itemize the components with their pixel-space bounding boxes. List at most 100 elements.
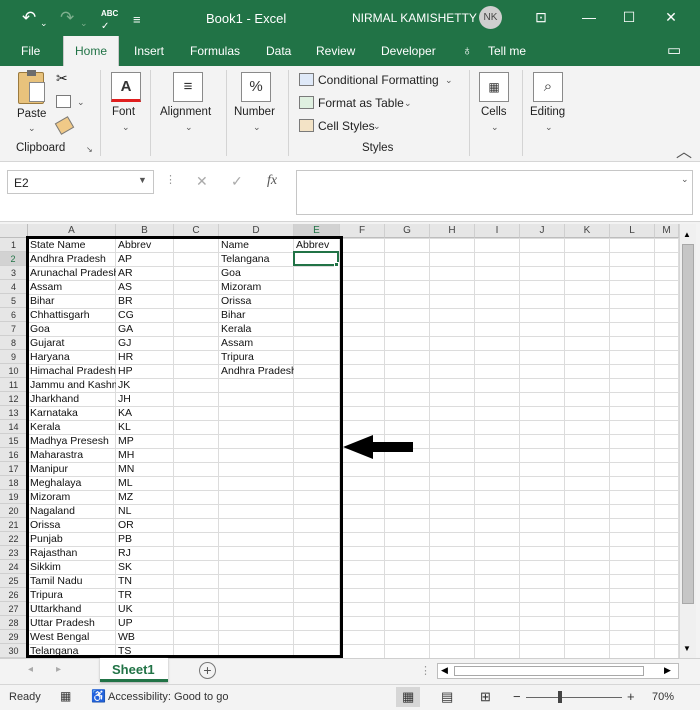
row-header-24[interactable]: 24 [0,560,28,574]
alignment-dropdown-icon[interactable]: ⌄ [185,122,193,133]
collapse-ribbon-icon[interactable]: ︿ [676,138,692,162]
avatar[interactable]: NK [479,6,502,29]
conditional-formatting-button[interactable]: Conditional Formatting [318,73,439,87]
scroll-up-icon[interactable]: ▲ [683,230,691,239]
format-painter-icon[interactable] [54,116,75,135]
column-header-j[interactable]: J [520,224,565,238]
cell-styles-button[interactable]: Cell Styles [318,119,375,133]
format-as-table-icon[interactable] [299,96,314,109]
cells-icon[interactable]: ▦ [479,72,509,102]
accessibility-status[interactable]: Accessibility: Good to go [108,691,228,703]
row-header-30[interactable]: 30 [0,644,28,658]
zoom-slider[interactable] [526,697,622,698]
tab-formulas[interactable]: Formulas [190,44,240,58]
row-header-20[interactable]: 20 [0,504,28,518]
formula-input[interactable] [296,170,693,215]
expand-formula-bar-icon[interactable]: ⌄ [681,174,689,185]
row-header-25[interactable]: 25 [0,574,28,588]
column-header-g[interactable]: G [385,224,430,238]
conditional-formatting-icon[interactable] [299,73,314,86]
scroll-right-icon[interactable]: ▶ [664,665,671,676]
row-header-28[interactable]: 28 [0,616,28,630]
column-header-m[interactable]: M [655,224,679,238]
editing-button[interactable]: Editing [530,106,565,118]
user-name[interactable]: NIRMAL KAMISHETTY [352,11,477,25]
horizontal-scrollbar[interactable]: ◀ ▶ [437,663,679,679]
copy-dropdown-icon[interactable]: ⌄ [77,97,85,108]
row-header-13[interactable]: 13 [0,406,28,420]
tab-data[interactable]: Data [266,44,291,58]
tab-file[interactable]: File [21,44,40,58]
cells-dropdown-icon[interactable]: ⌄ [491,122,499,133]
macro-recording-icon[interactable]: ▦ [60,689,71,703]
paste-icon[interactable] [18,70,45,104]
sheet-tab-sheet1[interactable]: Sheet1 [100,658,168,682]
conditional-formatting-dropdown-icon[interactable]: ⌄ [445,75,453,86]
accessibility-icon[interactable]: ♿ [91,689,106,703]
font-icon[interactable]: A [111,72,141,102]
row-header-26[interactable]: 26 [0,588,28,602]
row-header-21[interactable]: 21 [0,518,28,532]
tab-home[interactable]: Home [63,36,120,67]
number-button[interactable]: Number [234,106,275,118]
row-header-8[interactable]: 8 [0,336,28,350]
row-header-23[interactable]: 23 [0,546,28,560]
zoom-slider-thumb[interactable] [558,691,562,703]
column-header-l[interactable]: L [610,224,655,238]
paste-button[interactable]: Paste [17,108,46,120]
row-header-15[interactable]: 15 [0,434,28,448]
select-all-corner[interactable] [0,224,28,238]
font-dropdown-icon[interactable]: ⌄ [122,122,130,133]
close-button[interactable]: ✕ [660,7,682,27]
row-header-18[interactable]: 18 [0,476,28,490]
format-as-table-dropdown-icon[interactable]: ⌄ [404,98,412,109]
row-header-22[interactable]: 22 [0,532,28,546]
zoom-level[interactable]: 70% [652,691,674,703]
row-header-10[interactable]: 10 [0,364,28,378]
cell-styles-dropdown-icon[interactable]: ⌄ [373,121,381,132]
customize-toolbar-icon[interactable]: ≡ [133,10,141,30]
editing-icon[interactable]: ⌕ [533,72,563,102]
new-sheet-icon[interactable]: + [199,662,216,679]
undo-icon[interactable]: ↶ [22,8,36,28]
row-header-5[interactable]: 5 [0,294,28,308]
row-header-17[interactable]: 17 [0,462,28,476]
scroll-left-icon[interactable]: ◀ [441,665,448,676]
clipboard-launcher-icon[interactable]: ↘ [86,145,93,154]
cut-icon[interactable]: ✂ [56,70,68,87]
column-header-f[interactable]: F [340,224,385,238]
row-header-6[interactable]: 6 [0,308,28,322]
cell-styles-icon[interactable] [299,119,314,132]
ribbon-display-options-icon[interactable]: ⊡ [530,7,552,27]
font-button[interactable]: Font [112,106,135,118]
format-as-table-button[interactable]: Format as Table [318,96,404,110]
row-header-19[interactable]: 19 [0,490,28,504]
row-header-12[interactable]: 12 [0,392,28,406]
number-format-icon[interactable]: % [241,72,271,102]
row-header-3[interactable]: 3 [0,266,28,280]
maximize-button[interactable]: ☐ [618,7,640,27]
undo-dropdown-icon[interactable]: ⌄ [40,13,48,33]
copy-icon[interactable] [56,95,71,108]
row-header-27[interactable]: 27 [0,602,28,616]
column-header-h[interactable]: H [430,224,475,238]
row-header-14[interactable]: 14 [0,420,28,434]
insert-function-icon[interactable]: fx [267,173,277,189]
row-header-4[interactable]: 4 [0,280,28,294]
page-layout-view-icon[interactable]: ▤ [441,689,453,705]
row-header-1[interactable]: 1 [0,238,28,252]
paste-dropdown-icon[interactable]: ⌄ [28,123,36,134]
sheet-tab-split-icon[interactable]: ⋮ [420,664,431,677]
enter-icon[interactable]: ✓ [231,173,243,190]
row-header-7[interactable]: 7 [0,322,28,336]
horizontal-scroll-thumb[interactable] [454,666,644,676]
zoom-out-icon[interactable]: − [513,689,521,704]
redo-icon[interactable]: ↷ [60,8,74,28]
redo-dropdown-icon[interactable]: ⌄ [80,13,88,33]
vertical-scrollbar[interactable]: ▲ ▼ [679,224,696,658]
row-header-16[interactable]: 16 [0,448,28,462]
sheet-scroll-right-icon[interactable]: ▸ [56,664,61,675]
row-header-29[interactable]: 29 [0,630,28,644]
column-header-i[interactable]: I [475,224,520,238]
tab-insert[interactable]: Insert [134,44,164,58]
